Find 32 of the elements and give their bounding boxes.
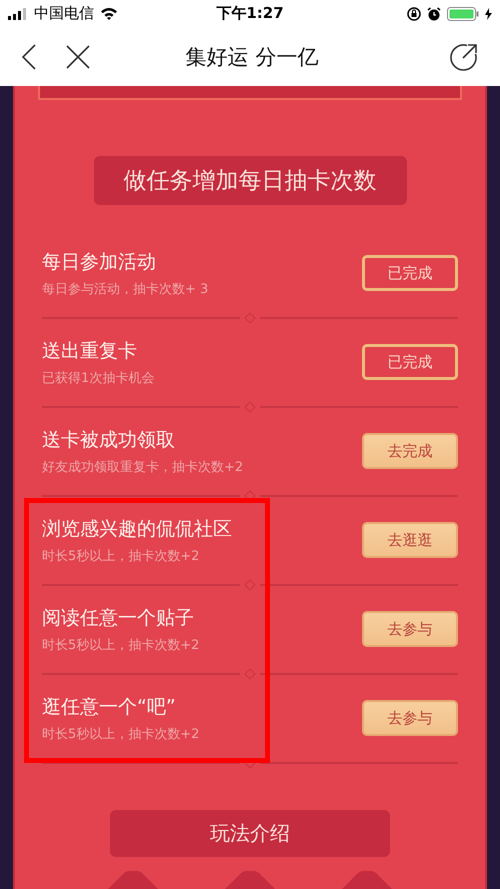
task-title: 送卡被成功领取 <box>42 428 176 452</box>
task-title: 浏览感兴趣的侃侃社区 <box>42 516 233 542</box>
clock-time: 下午1:27 <box>215 4 285 23</box>
task-description: 时长5秒以上，抽卡次数+2 <box>42 726 200 742</box>
wifi-icon <box>100 7 118 20</box>
task-title: 阅读任意一个贴子 <box>42 606 195 630</box>
task-title: 送出重复卡 <box>42 338 138 364</box>
charging-icon <box>485 8 492 20</box>
task-button[interactable]: 去参与 <box>362 700 458 736</box>
back-icon[interactable] <box>22 44 36 70</box>
section-title: 玩法介绍 <box>110 810 390 857</box>
close-icon[interactable] <box>66 44 90 68</box>
task-description: 时长5秒以上，抽卡次数+2 <box>42 636 200 654</box>
task-description: 每日参与活动，抽卡次数+ 3 <box>42 280 210 298</box>
task-title: 每日参加活动 <box>42 250 157 274</box>
task-button[interactable]: 去参与 <box>362 611 458 647</box>
section-title: 做任务增加每日抽卡次数 <box>94 156 406 205</box>
carrier-name: 中国电信 <box>34 4 94 23</box>
alarm-icon <box>427 6 441 20</box>
page-title: 集好运 分一亿 <box>184 44 320 70</box>
signal-icon <box>8 8 28 20</box>
task-button[interactable]: 已完成 <box>362 344 458 380</box>
share-icon[interactable] <box>450 42 478 70</box>
task-button[interactable]: 已完成 <box>362 255 458 291</box>
battery-icon <box>447 6 479 20</box>
task-button[interactable]: 去逛逛 <box>362 522 458 558</box>
task-description: 好友成功领取重复卡，抽卡次数+2 <box>42 458 244 476</box>
task-button[interactable]: 去完成 <box>362 433 458 469</box>
task-description: 时长5秒以上，抽卡次数+2 <box>42 548 200 564</box>
rotation-lock-icon <box>407 6 421 20</box>
task-title: 逛任意一个“吧” <box>42 694 177 720</box>
task-description: 已获得1次抽卡机会 <box>42 370 156 386</box>
